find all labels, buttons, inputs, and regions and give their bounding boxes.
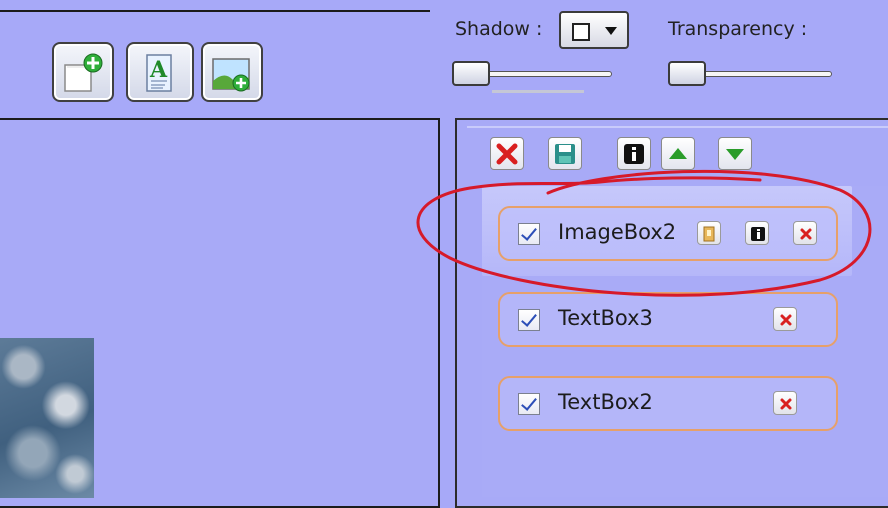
move-layer-up-button[interactable] [661,137,695,170]
green-down-arrow-icon [726,149,744,160]
delete-layer-button[interactable] [490,137,524,170]
layer-info-button[interactable] [617,137,651,170]
layer-visible-checkbox[interactable] [518,309,540,331]
red-x-icon [800,228,812,240]
shadow-dropdown[interactable] [559,11,629,49]
layer-item-label: TextBox3 [558,306,653,330]
move-layer-down-button[interactable] [718,137,752,170]
transparency-label: Transparency : [668,18,808,40]
red-x-icon [496,143,518,165]
layer-visible-checkbox[interactable] [518,393,540,415]
new-page-plus-icon [64,53,103,92]
chevron-down-icon [605,27,617,35]
image-file-icon [703,226,715,242]
shadow-slider-thumb[interactable] [452,61,490,86]
layer-item-delete-button[interactable] [793,221,817,245]
layer-item-delete-button[interactable] [773,391,797,415]
green-up-arrow-icon [669,148,687,159]
add-page-button[interactable] [52,42,114,102]
shadow-slider-underline [492,90,584,93]
save-layer-button[interactable] [548,137,582,170]
layer-item-textbox2[interactable]: TextBox2 [498,376,838,431]
empty-square-icon [572,23,590,41]
save-disk-icon [555,144,575,164]
layer-item-textbox3[interactable]: TextBox3 [498,292,838,347]
layer-visible-checkbox[interactable] [518,223,540,245]
text-box-icon: A [146,54,172,92]
transparency-slider-thumb[interactable] [668,61,706,86]
info-icon [751,227,765,241]
layer-item-imagebox2[interactable]: ImageBox2 [498,206,838,261]
svg-text:A: A [149,57,168,83]
red-x-icon [780,398,792,410]
layer-image-button[interactable] [697,221,721,245]
add-image-button[interactable] [201,42,263,102]
red-x-icon [780,314,792,326]
shadow-label: Shadow : [455,18,543,40]
canvas-image[interactable] [0,338,94,498]
add-text-button[interactable]: A [126,42,194,102]
info-icon [624,144,644,164]
toolbar-divider [0,10,430,12]
layers-panel-header [467,126,888,128]
layer-item-delete-button[interactable] [773,307,797,331]
layer-item-label: ImageBox2 [558,220,677,244]
layer-item-info-button[interactable] [745,221,769,245]
add-image-icon [212,58,250,92]
layer-item-label: TextBox2 [558,390,653,414]
